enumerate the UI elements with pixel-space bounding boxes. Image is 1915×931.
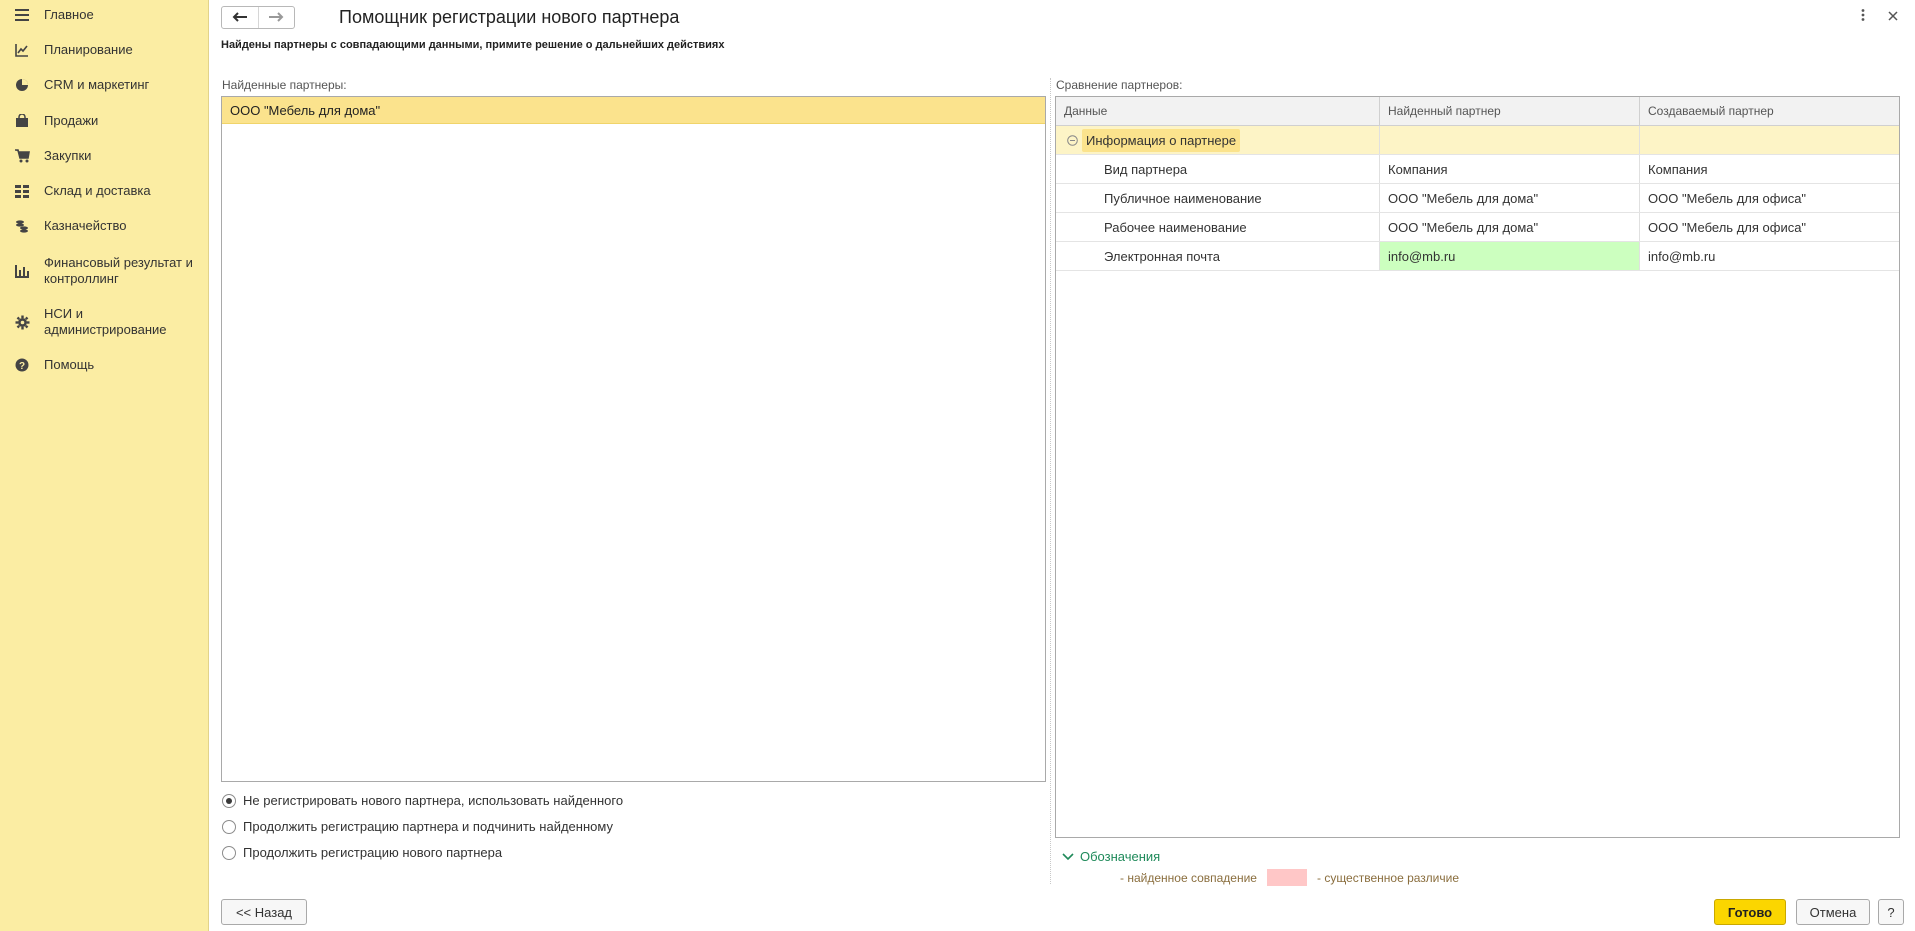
created-value: Компания bbox=[1639, 155, 1899, 183]
sidebar-item-label: НСИ и администрирование bbox=[44, 306, 167, 337]
more-menu-button[interactable] bbox=[1855, 8, 1871, 24]
sidebar-item-label: Финансовый результат и контроллинг bbox=[44, 255, 193, 286]
radio-label: Не регистрировать нового партнера, испол… bbox=[243, 793, 624, 808]
table-row[interactable]: Вид партнера Компания Компания bbox=[1056, 155, 1899, 184]
warehouse-grid-icon bbox=[14, 183, 30, 199]
question-icon: ? bbox=[14, 357, 30, 373]
history-nav bbox=[221, 6, 295, 29]
group-cell-found bbox=[1379, 126, 1639, 154]
sidebar-item-purchases[interactable]: Закупки bbox=[0, 147, 209, 165]
found-value: ООО "Мебель для дома" bbox=[1379, 184, 1639, 212]
collapse-icon[interactable] bbox=[1066, 134, 1078, 146]
found-value: Компания bbox=[1379, 155, 1639, 183]
panel-splitter[interactable] bbox=[1050, 78, 1051, 884]
legend-diff-text: - существенное различие bbox=[1316, 870, 1459, 885]
table-row[interactable]: Рабочее наименование ООО "Мебель для дом… bbox=[1056, 213, 1899, 242]
sidebar-item-warehouse[interactable]: Склад и доставка bbox=[0, 182, 209, 200]
sidebar-item-label: Казначейство bbox=[44, 218, 127, 233]
done-button[interactable]: Готово bbox=[1714, 899, 1786, 925]
sidebar-item-label: Планирование bbox=[44, 42, 133, 57]
close-button[interactable] bbox=[1885, 8, 1901, 24]
found-value-match: info@mb.ru bbox=[1379, 242, 1639, 270]
sidebar-item-sales[interactable]: Продажи bbox=[0, 112, 209, 130]
legend-diff-swatch bbox=[1266, 869, 1307, 886]
group-cell-created bbox=[1639, 126, 1899, 154]
radio-button[interactable] bbox=[222, 793, 236, 808]
sidebar-item-main[interactable]: Главное bbox=[0, 6, 209, 24]
sidebar-item-label: Главное bbox=[44, 7, 94, 22]
field-name: Электронная почта bbox=[1104, 248, 1221, 264]
table-header: Данные Найденный партнер Создаваемый пар… bbox=[1056, 97, 1899, 126]
sidebar-item-admin[interactable]: НСИ и администрирование bbox=[0, 305, 209, 339]
created-value: ООО "Мебель для офиса" bbox=[1639, 213, 1899, 241]
option-use-found[interactable]: Не регистрировать нового партнера, испол… bbox=[222, 793, 623, 808]
created-value: info@mb.ru bbox=[1639, 242, 1899, 270]
forward-nav-button[interactable] bbox=[257, 7, 295, 28]
back-nav-button[interactable] bbox=[222, 7, 258, 28]
back-button[interactable]: << Назад bbox=[221, 899, 307, 925]
chevron-down-icon bbox=[1062, 849, 1074, 864]
sidebar-item-label: Помощь bbox=[44, 357, 95, 372]
shopping-cart-icon bbox=[14, 148, 30, 164]
sidebar-item-help[interactable]: ? Помощь bbox=[0, 356, 209, 374]
bar-chart-icon bbox=[14, 263, 30, 279]
list-item[interactable]: ООО "Мебель для дома" bbox=[222, 97, 1045, 124]
sidebar-item-label: CRM и маркетинг bbox=[44, 77, 150, 92]
option-register-new[interactable]: Продолжить регистрацию нового партнера bbox=[222, 845, 502, 860]
legend-match-text: - найденное совпадение bbox=[1120, 870, 1257, 885]
group-label: Информация о партнере bbox=[1082, 128, 1241, 152]
close-icon bbox=[1888, 9, 1898, 24]
sidebar-item-label: Закупки bbox=[44, 148, 92, 163]
found-partners-label: Найденные партнеры: bbox=[222, 78, 347, 92]
column-header-created[interactable]: Создаваемый партнер bbox=[1639, 97, 1899, 125]
compare-label: Сравнение партнеров: bbox=[1056, 78, 1183, 92]
legend-title: Обозначения bbox=[1080, 849, 1161, 864]
svg-text:?: ? bbox=[19, 361, 25, 372]
column-header-data[interactable]: Данные bbox=[1056, 97, 1379, 125]
radio-label: Продолжить регистрацию партнера и подчин… bbox=[243, 819, 613, 834]
coins-icon bbox=[14, 218, 30, 234]
planning-chart-icon bbox=[14, 42, 30, 58]
sidebar-item-label: Продажи bbox=[44, 113, 99, 128]
sidebar-item-planning[interactable]: Планирование bbox=[0, 41, 209, 59]
found-value: ООО "Мебель для дома" bbox=[1379, 213, 1639, 241]
sidebar-item-label: Склад и доставка bbox=[44, 183, 151, 198]
arrow-left-icon bbox=[232, 10, 248, 25]
sidebar: Главное Планирование CRM и маркетинг Про… bbox=[0, 0, 209, 931]
help-button[interactable]: ? bbox=[1878, 899, 1904, 925]
found-partners-list[interactable]: ООО "Мебель для дома" bbox=[221, 96, 1046, 782]
radio-button[interactable] bbox=[222, 845, 236, 860]
sidebar-item-treasury[interactable]: Казначейство bbox=[0, 217, 209, 235]
radio-button[interactable] bbox=[222, 819, 236, 834]
radio-label: Продолжить регистрацию нового партнера bbox=[243, 845, 503, 860]
group-row[interactable]: Информация о партнере bbox=[1056, 126, 1899, 155]
option-subordinate[interactable]: Продолжить регистрацию партнера и подчин… bbox=[222, 819, 613, 834]
pie-chart-icon bbox=[14, 77, 30, 93]
more-vertical-icon bbox=[1861, 8, 1865, 24]
sidebar-item-crm[interactable]: CRM и маркетинг bbox=[0, 76, 209, 94]
table-row[interactable]: Публичное наименование ООО "Мебель для д… bbox=[1056, 184, 1899, 213]
menu-icon bbox=[14, 7, 30, 23]
legend-row: - найденное совпадение - существенное ра… bbox=[1120, 869, 1459, 886]
cancel-button[interactable]: Отмена bbox=[1796, 899, 1870, 925]
comparison-table[interactable]: Данные Найденный партнер Создаваемый пар… bbox=[1055, 96, 1900, 838]
sidebar-item-finance[interactable]: Финансовый результат и контроллинг bbox=[0, 254, 209, 288]
table-row[interactable]: Электронная почта info@mb.ru info@mb.ru bbox=[1056, 242, 1899, 271]
legend-toggle[interactable]: Обозначения bbox=[1062, 849, 1160, 864]
field-name: Публичное наименование bbox=[1104, 190, 1262, 206]
shopping-bag-icon bbox=[14, 113, 30, 129]
field-name: Рабочее наименование bbox=[1104, 219, 1247, 235]
field-name: Вид партнера bbox=[1104, 161, 1188, 177]
arrow-right-icon bbox=[268, 10, 284, 25]
gear-icon bbox=[14, 314, 30, 330]
created-value: ООО "Мебель для офиса" bbox=[1639, 184, 1899, 212]
page-title: Помощник регистрации нового партнера bbox=[339, 7, 680, 27]
page-subtitle: Найдены партнеры с совпадающими данными,… bbox=[221, 39, 725, 51]
column-header-found[interactable]: Найденный партнер bbox=[1379, 97, 1639, 125]
